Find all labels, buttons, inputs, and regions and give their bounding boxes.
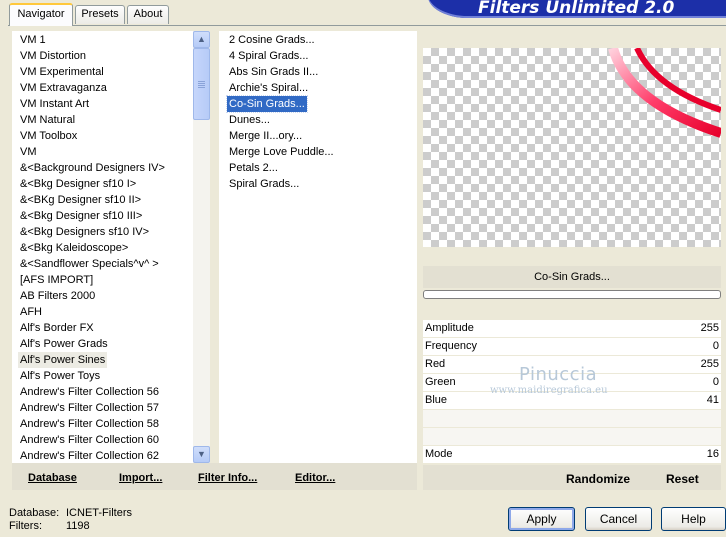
filter-list[interactable]: 2 Cosine Grads... 4 Spiral Grads... Abs Si… (219, 31, 417, 463)
help-button[interactable]: Help (661, 507, 726, 531)
list-item[interactable]: VM Toolbox (18, 128, 79, 144)
gradient-preview (608, 48, 721, 138)
param-value: 41 (706, 394, 719, 406)
list-button-bar: Database Import... Filter Info... Editor… (12, 463, 417, 490)
list-item[interactable]: &<Bkg Designer sf10 III> (18, 208, 144, 224)
database-label: Database: (9, 507, 60, 519)
list-item[interactable]: Merge II...ory... (227, 128, 304, 144)
window-title: Filters Unlimited 2.0 (478, 0, 675, 18)
param-label: Blue (425, 394, 448, 406)
apply-button[interactable]: Apply (508, 507, 575, 531)
grip-line (198, 81, 205, 82)
list-item[interactable]: AFH (18, 304, 44, 320)
database-value: ICNET-Filters (66, 507, 132, 519)
list-item[interactable]: Dunes... (227, 112, 272, 128)
tab-strip-line (8, 25, 726, 26)
list-item[interactable]: 2 Cosine Grads... (227, 32, 317, 48)
list-item[interactable]: Alf's Power Sines (18, 352, 108, 368)
list-item[interactable]: &<BKg Designer sf10 II> (18, 192, 143, 208)
list-item[interactable]: Alf's Power Toys (18, 368, 102, 384)
param-label: Mode (425, 448, 453, 460)
param-value: 16 (706, 448, 719, 460)
list-item[interactable]: VM Experimental (18, 64, 106, 80)
grip-line (198, 87, 205, 88)
list-item[interactable]: Co-Sin Grads... (226, 95, 308, 113)
list-item[interactable]: &<Sandflower Specials^v^ > (18, 256, 161, 272)
filters-count-value: 1198 (66, 520, 90, 532)
watermark-site: www.maidiregrafica.eu (490, 385, 608, 396)
list-item[interactable]: [AFS IMPORT] (18, 272, 95, 288)
list-item[interactable]: 4 Spiral Grads... (227, 48, 310, 64)
list-item[interactable]: VM Natural (18, 112, 77, 128)
import-button[interactable]: Import... (119, 472, 162, 484)
list-item[interactable]: VM Extravaganza (18, 80, 109, 96)
list-item[interactable]: Alf's Border FX (18, 320, 96, 336)
list-item[interactable]: Abs Sin Grads II... (227, 64, 320, 80)
category-scrollbar[interactable]: ▲ ▼ (193, 31, 210, 463)
reset-button[interactable]: Reset (666, 472, 699, 486)
list-item[interactable]: &<Background Designers IV> (18, 160, 167, 176)
list-item[interactable]: Andrew's Filter Collection 57 (18, 400, 161, 416)
chevron-up-icon[interactable]: ▲ (193, 31, 210, 48)
title-banner: Filters Unlimited 2.0 (428, 0, 726, 18)
list-item[interactable]: VM Distortion (18, 48, 88, 64)
list-item[interactable]: Andrew's Filter Collection 56 (18, 384, 161, 400)
filters-count-label: Filters: (9, 520, 42, 532)
list-item[interactable]: Merge Love Puddle... (227, 144, 336, 160)
list-item[interactable]: Petals 2... (227, 160, 280, 176)
list-item[interactable]: VM (18, 144, 39, 160)
preview-canvas (423, 48, 721, 247)
progress-bar (423, 290, 721, 299)
param-empty (423, 410, 721, 427)
list-item[interactable]: VM Instant Art (18, 96, 91, 112)
filter-info-button[interactable]: Filter Info... (198, 472, 257, 484)
randomize-button[interactable]: Randomize (566, 472, 630, 486)
param-label: Frequency (425, 340, 477, 352)
list-item[interactable]: Andrew's Filter Collection 58 (18, 416, 161, 432)
preview-action-bar: Randomize Reset (423, 465, 721, 490)
param-mode[interactable]: Mode 16 (423, 446, 721, 463)
grip-line (198, 85, 205, 86)
current-filter-name: Co-Sin Grads... (534, 271, 610, 283)
list-item[interactable]: AB Filters 2000 (18, 288, 97, 304)
editor-button[interactable]: Editor... (295, 472, 335, 484)
list-item[interactable]: Spiral Grads... (227, 176, 301, 192)
param-label: Amplitude (425, 322, 474, 334)
list-item[interactable]: Andrew's Filter Collection 60 (18, 432, 161, 448)
list-item[interactable]: Archie's Spiral... (227, 80, 310, 96)
scroll-thumb[interactable] (193, 48, 210, 120)
list-item[interactable]: Alf's Power Grads (18, 336, 110, 352)
param-value: 0 (712, 340, 719, 352)
tab-about[interactable]: About (127, 5, 169, 24)
list-item[interactable]: Andrew's Filter Collection 62 (18, 448, 161, 464)
list-item[interactable]: &<Bkg Designer sf10 I> (18, 176, 138, 192)
database-button[interactable]: Database (28, 472, 77, 484)
param-amplitude[interactable]: Amplitude 255 (423, 320, 721, 337)
tab-navigator[interactable]: Navigator (9, 3, 73, 26)
param-frequency[interactable]: Frequency 0 (423, 338, 721, 355)
filter-name-bar: Co-Sin Grads... (423, 266, 721, 288)
cancel-button[interactable]: Cancel (585, 507, 652, 531)
param-label: Red (425, 358, 446, 370)
list-item[interactable]: &<Bkg Designers sf10 IV> (18, 224, 151, 240)
param-value: 0 (712, 376, 719, 388)
param-value: 255 (700, 358, 719, 370)
grip-line (198, 83, 205, 84)
list-item[interactable]: VM 1 (18, 32, 48, 48)
param-empty (423, 428, 721, 445)
tab-presets[interactable]: Presets (75, 5, 125, 24)
chevron-down-icon[interactable]: ▼ (193, 446, 210, 463)
category-list[interactable]: VM 1 VM Distortion VM Experimental VM Extra… (12, 31, 193, 463)
list-item[interactable]: &<Bkg Kaleidoscope> (18, 240, 130, 256)
param-value: 255 (700, 322, 719, 334)
param-label: Green (425, 376, 456, 388)
watermark-name: Pinuccia (519, 364, 598, 385)
